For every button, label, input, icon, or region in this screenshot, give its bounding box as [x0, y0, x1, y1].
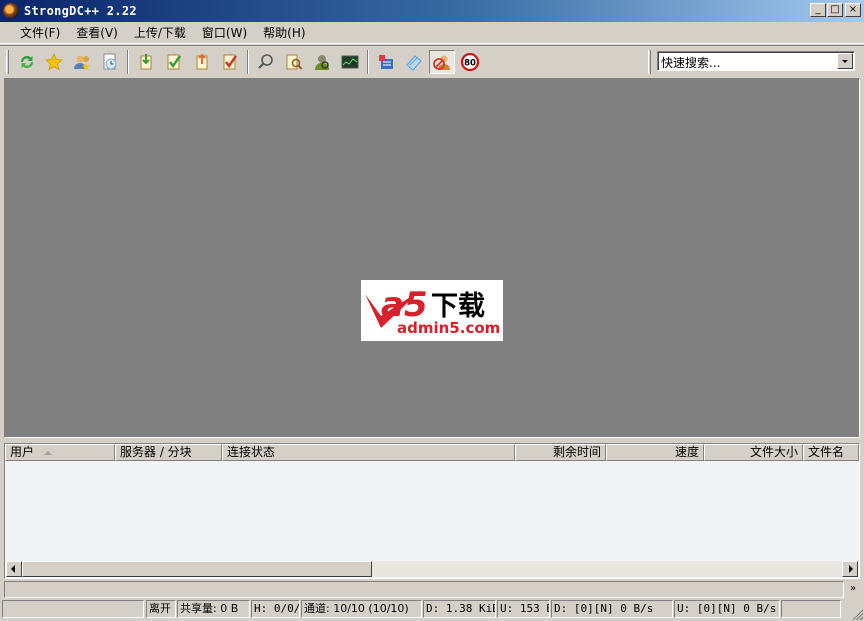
away-mode-button[interactable]	[429, 50, 455, 74]
search-icon	[258, 54, 273, 69]
resize-grip[interactable]	[851, 608, 863, 620]
away-mode-icon	[433, 55, 450, 70]
speed-limit-button[interactable]: 80	[457, 50, 483, 74]
reconnect-button[interactable]	[14, 50, 40, 74]
column-header-time-left[interactable]: 剩余时间	[515, 444, 606, 461]
status-hubs: H: 0/0/0	[251, 600, 300, 618]
open-file-list-button[interactable]	[373, 50, 399, 74]
reconnect-icon	[20, 55, 34, 69]
scroll-thumb[interactable]	[22, 561, 372, 577]
speed-limit-label: 80	[464, 58, 476, 68]
finished-downloads-icon	[167, 54, 181, 70]
column-header-hub-segment[interactable]: 服务器 / 分块	[115, 444, 222, 461]
admin5-logo: a5 下载 admin5.com	[361, 280, 503, 341]
menu-window[interactable]: 窗口(W)	[194, 24, 255, 41]
column-header-size[interactable]: 文件大小	[704, 444, 803, 461]
menu-transfers[interactable]: 上传/下载	[126, 24, 194, 41]
recent-hubs-icon	[103, 53, 117, 70]
status-extra	[781, 600, 841, 618]
scroll-left-button[interactable]	[6, 561, 22, 577]
mdi-client-area: a5 下载 admin5.com	[4, 78, 860, 438]
logo-text: 下载	[431, 291, 485, 322]
status-uploaded: U: 153 B	[497, 600, 550, 618]
queue-icon	[140, 54, 152, 70]
column-header-user[interactable]: 用户	[5, 444, 115, 461]
transfer-list-header: 用户 服务器 / 分块 连接状态 剩余时间 速度 文件大小 文件名	[5, 444, 859, 461]
favorite-users-button[interactable]	[69, 50, 95, 74]
column-header-status[interactable]: 连接状态	[222, 444, 515, 461]
favorite-hubs-button[interactable]	[41, 50, 67, 74]
network-stats-icon	[341, 55, 359, 69]
window-title: StrongDC++ 2.22	[24, 4, 137, 18]
toolbar: 80 快速搜索...	[0, 45, 864, 77]
chevron-right-icon[interactable]: »	[846, 582, 860, 597]
finished-uploads-button[interactable]	[217, 50, 243, 74]
status-shared: 共享量: 0 B	[177, 600, 250, 618]
menu-view[interactable]: 查看(V)	[68, 24, 126, 41]
horizontal-scrollbar[interactable]	[6, 561, 858, 577]
menu-bar: 文件(F) 查看(V) 上传/下载 窗口(W) 帮助(H)	[0, 22, 864, 44]
chevron-down-icon[interactable]	[837, 53, 853, 69]
toolbar-grip[interactable]	[6, 50, 9, 74]
column-header-filename[interactable]: 文件名	[803, 444, 859, 461]
search-spy-button[interactable]	[309, 50, 335, 74]
download-queue-button[interactable]	[133, 50, 159, 74]
toolbar-separator	[367, 50, 369, 74]
upload-queue-icon	[196, 53, 208, 70]
adl-search-icon	[286, 54, 303, 70]
sort-ascending-icon	[44, 450, 53, 455]
quick-search-combobox[interactable]: 快速搜索...	[657, 51, 855, 71]
toolbar-separator	[127, 50, 129, 74]
search-spy-icon	[315, 55, 329, 70]
status-download-speed: D: [0][N] 0 B/s	[551, 600, 673, 618]
favorite-users-icon	[74, 55, 90, 70]
column-header-speed[interactable]: 速度	[606, 444, 704, 461]
status-bar: 离开 共享量: 0 B H: 0/0/0 通道: 10/10 (10/10) D…	[0, 599, 864, 621]
finished-downloads-button[interactable]	[161, 50, 187, 74]
open-file-list-icon	[379, 55, 393, 69]
status-away[interactable]: 离开	[146, 600, 176, 618]
app-icon[interactable]	[3, 3, 19, 19]
transfer-list[interactable]: 用户 服务器 / 分块 连接状态 剩余时间 速度 文件大小 文件名	[4, 443, 860, 579]
status-slots[interactable]: 通道: 10/10 (10/10)	[301, 600, 422, 618]
logo-image: a5 下载 admin5.com	[365, 285, 500, 337]
logo-site: admin5.com	[397, 319, 500, 337]
window-tab-strip: »	[4, 581, 860, 598]
recent-hubs-button[interactable]	[97, 50, 123, 74]
quick-search-input[interactable]: 快速搜索...	[661, 54, 720, 71]
network-statistics-button[interactable]	[337, 50, 363, 74]
speed-limit-icon: 80	[461, 53, 479, 71]
notepad-button[interactable]	[401, 50, 427, 74]
upload-queue-button[interactable]	[189, 50, 215, 74]
minimize-button[interactable]: _	[810, 3, 826, 17]
tab-strip-area[interactable]	[4, 581, 844, 598]
quick-search-container: 快速搜索...	[646, 46, 864, 78]
menu-file[interactable]: 文件(F)	[12, 24, 68, 41]
toolbar-separator	[247, 50, 249, 74]
adl-search-button[interactable]	[281, 50, 307, 74]
favorites-star-icon	[45, 53, 63, 71]
status-upload-speed: U: [0][N] 0 B/s	[674, 600, 780, 618]
search-button[interactable]	[253, 50, 279, 74]
scroll-right-button[interactable]	[842, 561, 858, 577]
status-downloaded: D: 1.38 KiB	[423, 600, 496, 618]
status-message	[2, 600, 144, 618]
toolbar-grip[interactable]	[648, 50, 651, 74]
menu-help[interactable]: 帮助(H)	[255, 24, 313, 41]
close-button[interactable]: ×	[845, 3, 861, 17]
finished-uploads-icon	[223, 54, 237, 70]
title-bar: StrongDC++ 2.22 _ □ ×	[0, 0, 864, 22]
maximize-button[interactable]: □	[827, 3, 843, 17]
notepad-icon	[406, 55, 422, 71]
